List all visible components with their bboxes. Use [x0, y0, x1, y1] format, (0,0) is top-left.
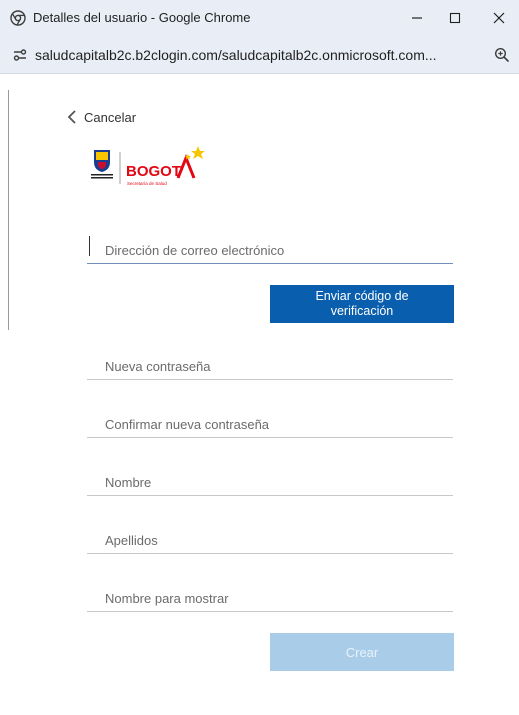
email-placeholder: Dirección de correo electrónico	[105, 243, 285, 258]
first-name-placeholder: Nombre	[105, 475, 152, 490]
site-settings-icon[interactable]	[12, 47, 28, 63]
url-text[interactable]: saludcapitalb2c.b2clogin.com/saludcapita…	[35, 47, 437, 63]
create-label: Crear	[345, 644, 379, 660]
last-name-field[interactable]: Apellidos	[87, 524, 453, 554]
maximize-icon	[449, 12, 461, 24]
maximize-button[interactable]	[435, 0, 475, 36]
email-field[interactable]: Dirección de correo electrónico	[87, 234, 453, 264]
cancel-link[interactable]: Cancelar	[66, 109, 136, 125]
send-verification-code-button[interactable]: Enviar código de verificación	[270, 285, 454, 323]
svg-text:BOGOT: BOGOT	[126, 163, 181, 180]
first-name-field[interactable]: Nombre	[87, 466, 453, 496]
chevron-left-icon	[67, 110, 76, 124]
page-content	[0, 75, 519, 715]
close-button[interactable]	[479, 0, 519, 36]
display-name-field[interactable]: Nombre para mostrar	[87, 582, 453, 612]
minimize-button[interactable]	[397, 0, 437, 36]
coat-of-arms-icon	[91, 150, 113, 179]
confirm-password-field[interactable]: Confirmar nueva contraseña	[87, 408, 453, 438]
create-button[interactable]: Crear	[270, 633, 454, 671]
close-icon	[493, 12, 505, 24]
window-title: Detalles del usuario - Google Chrome	[33, 10, 251, 25]
new-password-placeholder: Nueva contraseña	[105, 359, 211, 374]
display-name-placeholder: Nombre para mostrar	[105, 591, 229, 606]
send-code-label: Enviar código de verificación	[315, 289, 409, 318]
last-name-placeholder: Apellidos	[105, 533, 158, 548]
cancel-label: Cancelar	[84, 109, 137, 125]
minimize-icon	[412, 17, 422, 19]
bogota-logo: BOGOT Secretaría de Salud	[91, 146, 205, 186]
title-bar: Detalles del usuario - Google Chrome	[0, 0, 519, 36]
divider	[8, 90, 9, 330]
address-bar: saludcapitalb2c.b2clogin.com/saludcapita…	[0, 36, 519, 74]
zoom-icon[interactable]	[494, 47, 510, 63]
new-password-field[interactable]: Nueva contraseña	[87, 350, 453, 380]
text-caret	[89, 236, 90, 256]
svg-text:Secretaría de Salud: Secretaría de Salud	[127, 181, 167, 186]
chrome-icon	[10, 10, 26, 26]
confirm-password-placeholder: Confirmar nueva contraseña	[105, 417, 270, 432]
